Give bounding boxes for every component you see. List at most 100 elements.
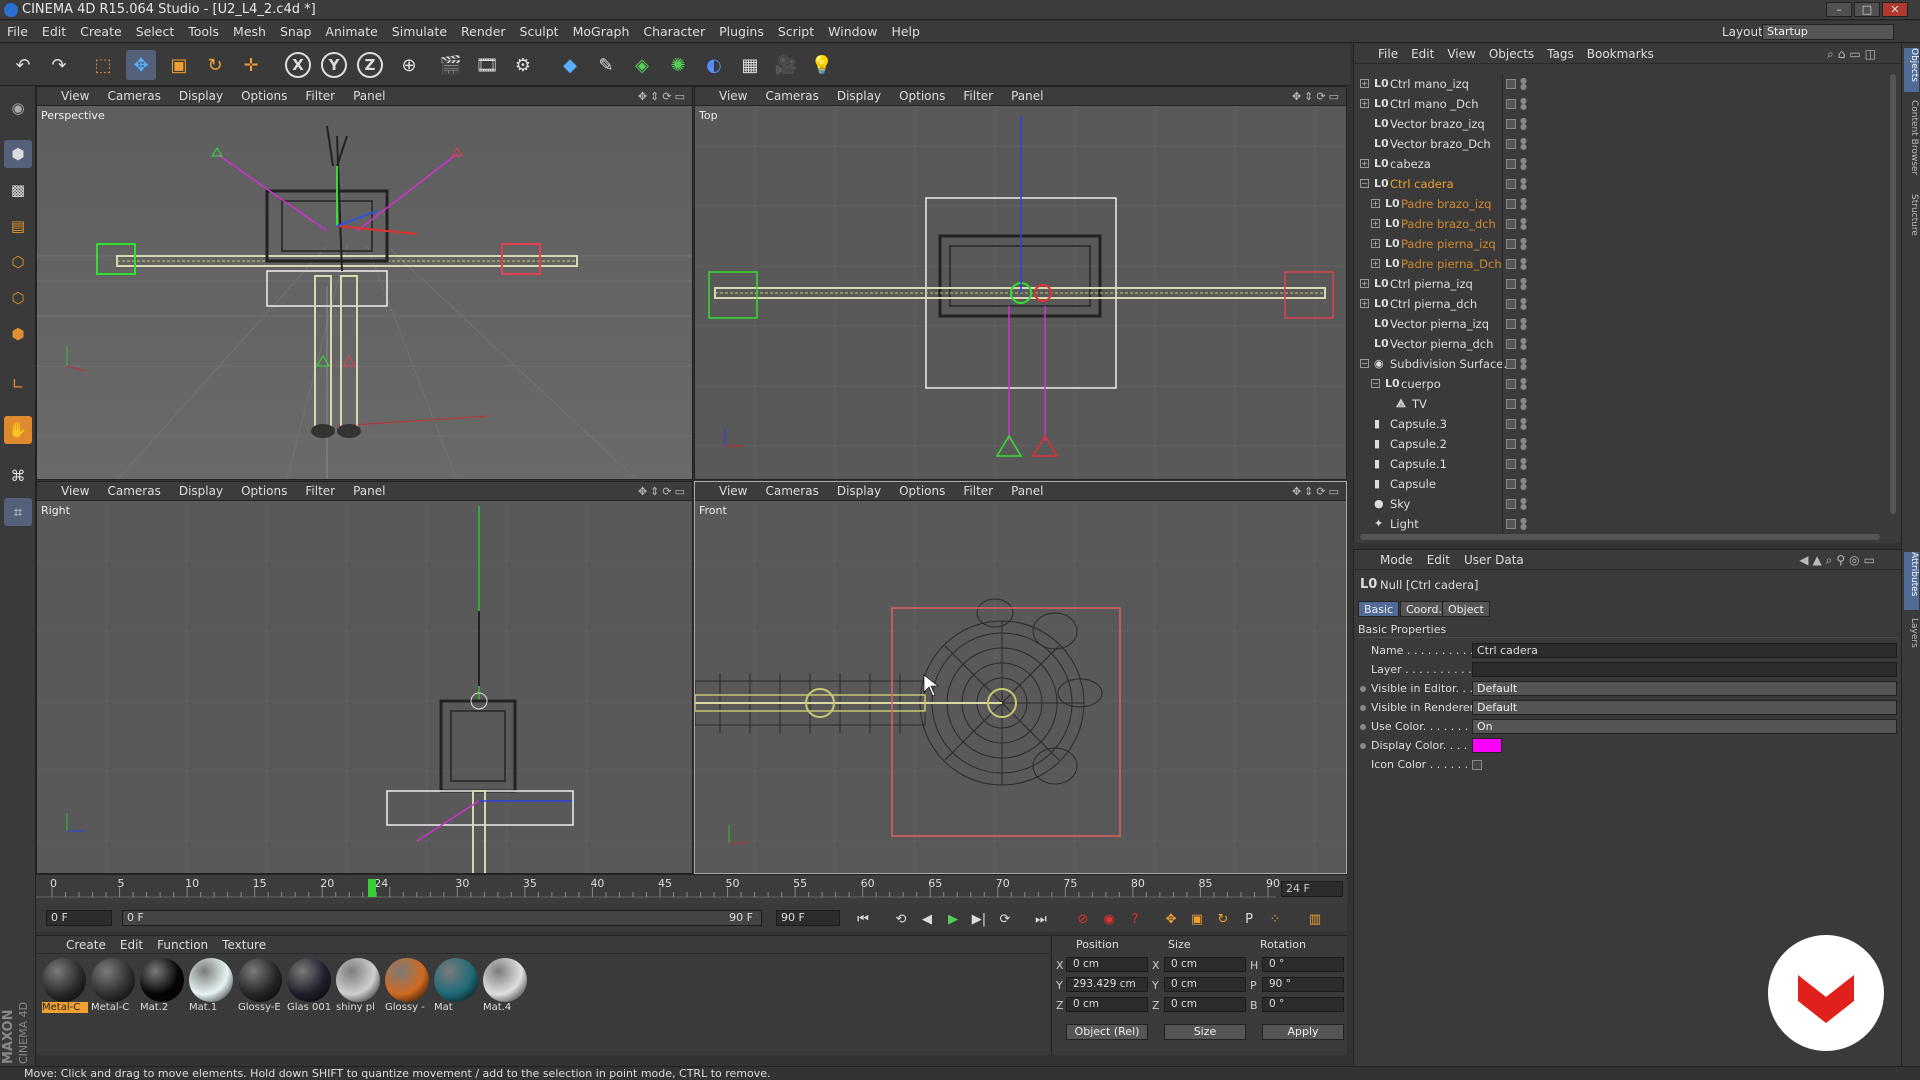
visibility-dots-icon[interactable]: ● ● bbox=[1520, 197, 1527, 211]
animate-bullet-icon[interactable] bbox=[1360, 724, 1366, 730]
axis-mode-icon[interactable]: ∟ bbox=[4, 370, 32, 398]
size-x-field[interactable]: 0 cm bbox=[1164, 957, 1246, 972]
close-button[interactable]: ✕ bbox=[1882, 2, 1908, 17]
vp-menu-filter[interactable]: Filter bbox=[963, 484, 993, 498]
visibility-dots-icon[interactable]: ● ● bbox=[1520, 217, 1527, 231]
object-row[interactable]: − ◉ Subdivision Surface.1 ● ● bbox=[1354, 354, 1888, 374]
layer-flag-icon[interactable] bbox=[1506, 219, 1516, 229]
visibility-dots-icon[interactable]: ● ● bbox=[1520, 317, 1527, 331]
viewport-right[interactable]: View Cameras Display Options Filter Panel ✥⇕⟳… bbox=[36, 481, 693, 874]
position-z-field[interactable]: 0 cm bbox=[1066, 997, 1148, 1012]
tab-structure[interactable]: Structure bbox=[1904, 194, 1919, 246]
layout-select[interactable]: Startup bbox=[1762, 24, 1894, 40]
vp-menu-view[interactable]: View bbox=[61, 89, 89, 103]
end-frame-field[interactable]: 90 F bbox=[776, 910, 840, 926]
vp-menu-view[interactable]: View bbox=[719, 484, 747, 498]
vp-menu-options[interactable]: Options bbox=[241, 89, 287, 103]
material-swatch[interactable]: Mat.1 bbox=[189, 958, 235, 1016]
undo-icon[interactable]: ↶ bbox=[8, 50, 38, 80]
vp-menu-panel[interactable]: Panel bbox=[353, 484, 385, 498]
current-frame-marker[interactable] bbox=[368, 879, 377, 897]
menu-script[interactable]: Script bbox=[771, 21, 821, 43]
object-name[interactable]: Subdivision Surface.1 bbox=[1390, 354, 1514, 374]
object-row[interactable]: + L0 Ctrl pierna_dch ● ● bbox=[1354, 294, 1888, 314]
vp-menu-options[interactable]: Options bbox=[241, 484, 287, 498]
object-row[interactable]: L0 Vector brazo_Dch ● ● bbox=[1354, 134, 1888, 154]
visibility-dots-icon[interactable]: ● ● bbox=[1520, 77, 1527, 91]
go-to-start-icon[interactable]: ⏮ bbox=[852, 908, 874, 930]
viewport-nav-icons[interactable]: ✥⇕⟳▭ bbox=[638, 87, 688, 106]
cube-primitive-icon[interactable]: ◆ bbox=[555, 50, 585, 80]
visibility-dots-icon[interactable]: ● ● bbox=[1520, 117, 1527, 131]
y-axis-lock-icon[interactable]: Y bbox=[321, 52, 347, 78]
menu-file[interactable]: File bbox=[0, 21, 35, 43]
floor-scene-icon[interactable]: ▦ bbox=[735, 50, 765, 80]
light-icon[interactable]: 💡 bbox=[807, 50, 837, 80]
visibility-dots-icon[interactable]: ● ● bbox=[1520, 457, 1527, 471]
visibility-dots-icon[interactable]: ● ● bbox=[1520, 357, 1527, 371]
object-horizontal-scrollbar[interactable] bbox=[1360, 534, 1880, 540]
visibility-dots-icon[interactable]: ● ● bbox=[1520, 157, 1527, 171]
rotation-h-field[interactable]: 0 ° bbox=[1262, 957, 1344, 972]
object-name[interactable]: Vector brazo_izq bbox=[1390, 114, 1485, 134]
object-vertical-scrollbar[interactable] bbox=[1890, 74, 1896, 514]
material-swatch[interactable]: Mat.4 bbox=[483, 958, 529, 1016]
mat-menu-function[interactable]: Function bbox=[157, 938, 208, 952]
edges-mode-icon[interactable]: ⬡ bbox=[4, 284, 32, 312]
menu-tools[interactable]: Tools bbox=[181, 21, 226, 43]
object-name[interactable]: Ctrl cadera bbox=[1390, 174, 1454, 194]
object-row[interactable]: + L0 Ctrl mano_izq ● ● bbox=[1354, 74, 1888, 94]
material-swatch[interactable]: Mat bbox=[434, 958, 480, 1016]
vp-menu-display[interactable]: Display bbox=[179, 484, 223, 498]
workplane-snap-icon[interactable]: ⌗ bbox=[4, 498, 32, 526]
viewport-top[interactable]: View Cameras Display Options Filter Panel ✥⇕⟳… bbox=[694, 86, 1347, 480]
layer-flag-icon[interactable] bbox=[1506, 99, 1516, 109]
record-keys-icon[interactable]: ⊘ bbox=[1072, 908, 1094, 930]
tab-basic[interactable]: Basic bbox=[1358, 601, 1400, 617]
material-swatch[interactable]: Glossy - bbox=[385, 958, 431, 1016]
object-row[interactable]: + L0 Padre brazo_dch ● ● bbox=[1354, 214, 1888, 234]
menu-render[interactable]: Render bbox=[454, 21, 513, 43]
layer-flag-icon[interactable] bbox=[1506, 399, 1516, 409]
layer-flag-icon[interactable] bbox=[1506, 239, 1516, 249]
obj-menu-file[interactable]: File bbox=[1378, 47, 1398, 61]
menu-animate[interactable]: Animate bbox=[318, 21, 384, 43]
visibility-dots-icon[interactable]: ● ● bbox=[1520, 497, 1527, 511]
object-row[interactable]: + L0 Padre pierna_Dch ● ● bbox=[1354, 254, 1888, 274]
visibility-dots-icon[interactable]: ● ● bbox=[1520, 257, 1527, 271]
layer-flag-icon[interactable] bbox=[1506, 79, 1516, 89]
attr-menu-user-data[interactable]: User Data bbox=[1464, 553, 1524, 567]
attribute-text-field[interactable]: Ctrl cadera bbox=[1472, 643, 1897, 658]
object-name[interactable]: Capsule bbox=[1390, 474, 1436, 494]
expand-toggle-icon[interactable]: − bbox=[1360, 179, 1369, 188]
polygons-mode-icon[interactable]: ⬢ bbox=[4, 320, 32, 348]
object-name[interactable]: Padre brazo_izq bbox=[1401, 194, 1491, 214]
visibility-dots-icon[interactable]: ● ● bbox=[1520, 337, 1527, 351]
object-row[interactable]: ⟁ TV ● ● bbox=[1354, 394, 1888, 414]
play-forward-icon[interactable]: ▶ bbox=[942, 908, 964, 930]
layer-flag-icon[interactable] bbox=[1506, 459, 1516, 469]
vp-menu-filter[interactable]: Filter bbox=[305, 484, 335, 498]
material-swatch[interactable]: Metal-C bbox=[42, 958, 88, 1016]
vp-menu-cameras[interactable]: Cameras bbox=[107, 89, 160, 103]
expand-toggle-icon[interactable]: + bbox=[1371, 219, 1380, 228]
object-name[interactable]: Vector pierna_dch bbox=[1390, 334, 1493, 354]
visibility-dots-icon[interactable]: ● ● bbox=[1520, 177, 1527, 191]
visibility-dots-icon[interactable]: ● ● bbox=[1520, 237, 1527, 251]
animate-bullet-icon[interactable] bbox=[1360, 705, 1366, 711]
object-row[interactable]: + L0 Ctrl mano _Dch ● ● bbox=[1354, 94, 1888, 114]
size-z-field[interactable]: 0 cm bbox=[1164, 997, 1246, 1012]
tab-content-browser[interactable]: Content Browser bbox=[1904, 100, 1919, 186]
object-name[interactable]: Ctrl pierna_dch bbox=[1390, 294, 1477, 314]
menu-window[interactable]: Window bbox=[821, 21, 884, 43]
layer-flag-icon[interactable] bbox=[1506, 499, 1516, 509]
visibility-dots-icon[interactable]: ● ● bbox=[1520, 417, 1527, 431]
current-frame-field[interactable]: 0 F bbox=[46, 910, 112, 926]
transform-tool-icon[interactable]: ✛ bbox=[236, 50, 266, 80]
make-editable-icon[interactable]: ◉ bbox=[4, 94, 32, 122]
keyframe-selection-icon[interactable]: ? bbox=[1124, 908, 1146, 930]
expand-toggle-icon[interactable]: + bbox=[1371, 239, 1380, 248]
tab-layers[interactable]: Layers bbox=[1904, 618, 1919, 656]
points-mode-icon[interactable]: ⬡ bbox=[4, 248, 32, 276]
object-name[interactable]: Vector pierna_izq bbox=[1390, 314, 1489, 334]
